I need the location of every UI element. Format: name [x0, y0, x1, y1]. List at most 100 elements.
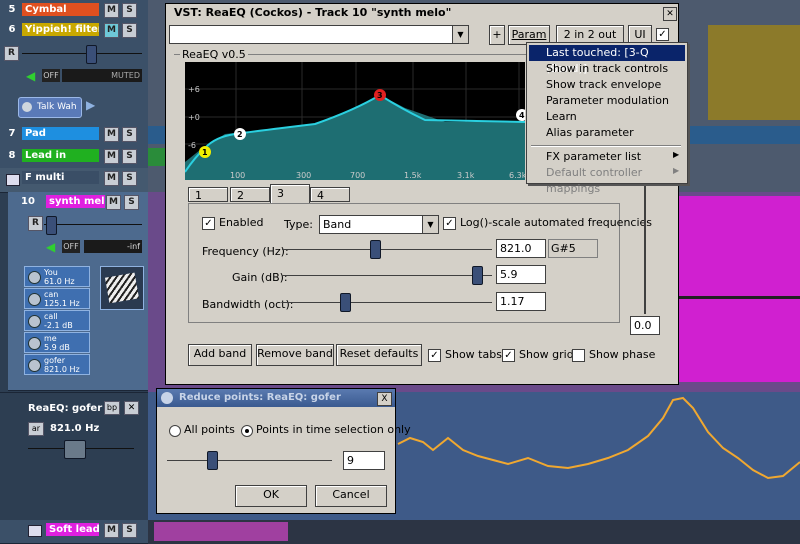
track-name[interactable]: Yippieh! filter i — [22, 23, 99, 36]
frequency-slider-thumb[interactable] — [370, 240, 381, 259]
eq-graph[interactable]: +6 +0 -6 100 300 700 1.5k 3.1k 6.3k 1 2 … — [185, 62, 525, 180]
enabled-checkbox[interactable]: ✓ — [202, 217, 215, 230]
band-point-2[interactable]: 2 — [234, 128, 246, 140]
bypass-checkbox[interactable]: ✓ — [656, 28, 669, 41]
reduce-points-dialog[interactable]: Reduce points: ReaEQ: gofer X All points… — [156, 388, 411, 514]
track-name[interactable]: Soft lead ( — [46, 523, 99, 536]
cancel-button[interactable]: Cancel — [315, 485, 387, 507]
knob-icon[interactable] — [28, 293, 41, 306]
show-phase-checkbox[interactable] — [572, 349, 585, 362]
volume-slider[interactable] — [22, 53, 142, 54]
chevron-down-icon[interactable]: ▼ — [452, 26, 468, 43]
media-item-synth-melo[interactable] — [658, 196, 800, 382]
fx-button[interactable]: Talk Wah — [18, 97, 82, 118]
band-point-3[interactable]: 3 — [374, 89, 386, 101]
chevron-right-icon[interactable]: ▶ — [86, 98, 95, 112]
lane-soft-lead[interactable] — [148, 520, 800, 544]
fx-param-knob[interactable]: can 125.1 Hz — [24, 288, 90, 309]
media-item-soft-lead[interactable] — [154, 522, 288, 541]
track-name[interactable]: Cymbal — [22, 3, 99, 16]
hide-envelope-button[interactable]: ✕ — [124, 401, 139, 415]
tab-band-1[interactable]: 1 — [188, 187, 228, 202]
window-title[interactable]: VST: ReaEQ (Cockos) - Track 10 "synth me… — [166, 4, 678, 22]
mute-button[interactable]: M — [104, 3, 119, 18]
track-5[interactable]: 5 Cymbal M S — [0, 0, 148, 21]
record-arm-button[interactable]: R — [28, 216, 43, 231]
solo-button[interactable]: S — [122, 171, 137, 186]
show-grid-checkbox[interactable]: ✓ — [502, 349, 515, 362]
mute-button[interactable]: M — [106, 195, 121, 210]
mute-button[interactable]: M — [104, 149, 119, 164]
piano-keyboard-icon[interactable] — [100, 266, 144, 310]
frequency-input[interactable]: 821.0 — [496, 239, 546, 258]
off-toggle[interactable]: OFF — [62, 240, 80, 253]
track-name[interactable]: Lead in — [22, 149, 99, 162]
mute-button[interactable]: M — [104, 171, 119, 186]
gain-input[interactable]: 5.9 — [496, 265, 546, 284]
track-10[interactable]: 10 synth melo M S R ◀ OFF -inf You61.0 H… — [8, 192, 148, 391]
show-tabs-checkbox[interactable]: ✓ — [428, 349, 441, 362]
mute-button[interactable]: M — [104, 23, 119, 38]
fx-param-knob[interactable]: call -2.1 dB — [24, 310, 90, 331]
track-8[interactable]: 8 Lead in M S — [0, 146, 148, 169]
mute-button[interactable]: M — [104, 523, 119, 538]
reduce-slider-thumb[interactable] — [207, 451, 218, 470]
menu-item-show-in-track-controls[interactable]: Show in track controls — [529, 61, 685, 77]
output-gain-input[interactable]: 0.0 — [630, 316, 660, 335]
speaker-icon[interactable]: ◀ — [26, 69, 35, 83]
fx-param-knob[interactable]: gofer 821.0 Hz — [24, 354, 90, 375]
close-icon[interactable]: ✕ — [663, 7, 677, 21]
bandwidth-slider-thumb[interactable] — [340, 293, 351, 312]
fx-param-knob[interactable]: me 5.9 dB — [24, 332, 90, 353]
menu-item-alias-parameter[interactable]: Alias parameter — [529, 125, 685, 141]
mute-button[interactable]: M — [104, 127, 119, 142]
menu-item-parameter-modulation[interactable]: Parameter modulation — [529, 93, 685, 109]
band-point-1[interactable]: 1 — [199, 146, 211, 158]
tab-band-4[interactable]: 4 — [310, 187, 350, 202]
knob-icon[interactable] — [28, 337, 41, 350]
gain-slider[interactable] — [282, 275, 492, 276]
dialog-title[interactable]: Reduce points: ReaEQ: gofer — [157, 389, 395, 407]
add-band-button[interactable]: Add band — [188, 344, 252, 366]
track-6[interactable]: 6 Yippieh! filter i M S R ◀ OFF MUTED Ta… — [0, 20, 148, 125]
folder-track-f-multi[interactable]: F multi M S — [0, 168, 148, 193]
preset-dropdown[interactable]: ▼ — [169, 25, 469, 44]
remove-band-button[interactable]: Remove band — [256, 344, 334, 366]
solo-button[interactable]: S — [122, 149, 137, 164]
menu-item-show-track-envelope[interactable]: Show track envelope — [529, 77, 685, 93]
solo-button[interactable]: S — [122, 523, 137, 538]
all-points-radio[interactable] — [169, 425, 181, 437]
menu-item-last-touched[interactable]: Last touched: [3-Q (Band)] — [529, 45, 685, 75]
log-scale-checkbox[interactable]: ✓ — [443, 217, 456, 230]
solo-button[interactable]: S — [124, 195, 139, 210]
folder-icon[interactable] — [28, 525, 42, 537]
bandwidth-slider[interactable] — [282, 302, 492, 303]
record-arm-button[interactable]: R — [4, 46, 19, 61]
track-name[interactable]: Pad — [22, 127, 99, 140]
type-dropdown[interactable]: Band ▼ — [319, 215, 439, 234]
media-item-track-6[interactable] — [708, 25, 800, 120]
reset-defaults-button[interactable]: Reset defaults — [336, 344, 422, 366]
solo-button[interactable]: S — [122, 23, 137, 38]
frequency-slider[interactable] — [282, 249, 492, 250]
menu-item-learn[interactable]: Learn — [529, 109, 685, 125]
tab-band-3[interactable]: 3 — [270, 184, 310, 204]
envelope-slider-thumb[interactable] — [64, 440, 86, 459]
fx-param-knob[interactable]: You 61.0 Hz — [24, 266, 90, 287]
speaker-icon[interactable]: ◀ — [46, 240, 55, 254]
arm-envelope-button[interactable]: ar — [28, 422, 44, 436]
knob-icon[interactable] — [28, 315, 41, 328]
envelope-panel[interactable]: ReaEQ: gofer bp ✕ ar 821.0 Hz — [0, 392, 148, 521]
chevron-down-icon[interactable]: ▼ — [422, 216, 438, 233]
track-name[interactable]: F multi — [22, 171, 99, 184]
knob-icon[interactable] — [28, 271, 41, 284]
bandwidth-input[interactable]: 1.17 — [496, 292, 546, 311]
reduce-value-input[interactable]: 9 — [343, 451, 385, 470]
track-name[interactable]: synth melo — [46, 195, 105, 208]
volume-slider-thumb[interactable] — [46, 216, 57, 235]
ok-button[interactable]: OK — [235, 485, 307, 507]
param-context-menu[interactable]: Last touched: [3-Q (Band)] Show in track… — [526, 42, 688, 195]
reduce-slider[interactable] — [167, 460, 332, 461]
track-soft-lead[interactable]: Soft lead ( M S — [0, 520, 148, 544]
menu-item-fx-parameter-list[interactable]: FX parameter list — [529, 149, 685, 165]
